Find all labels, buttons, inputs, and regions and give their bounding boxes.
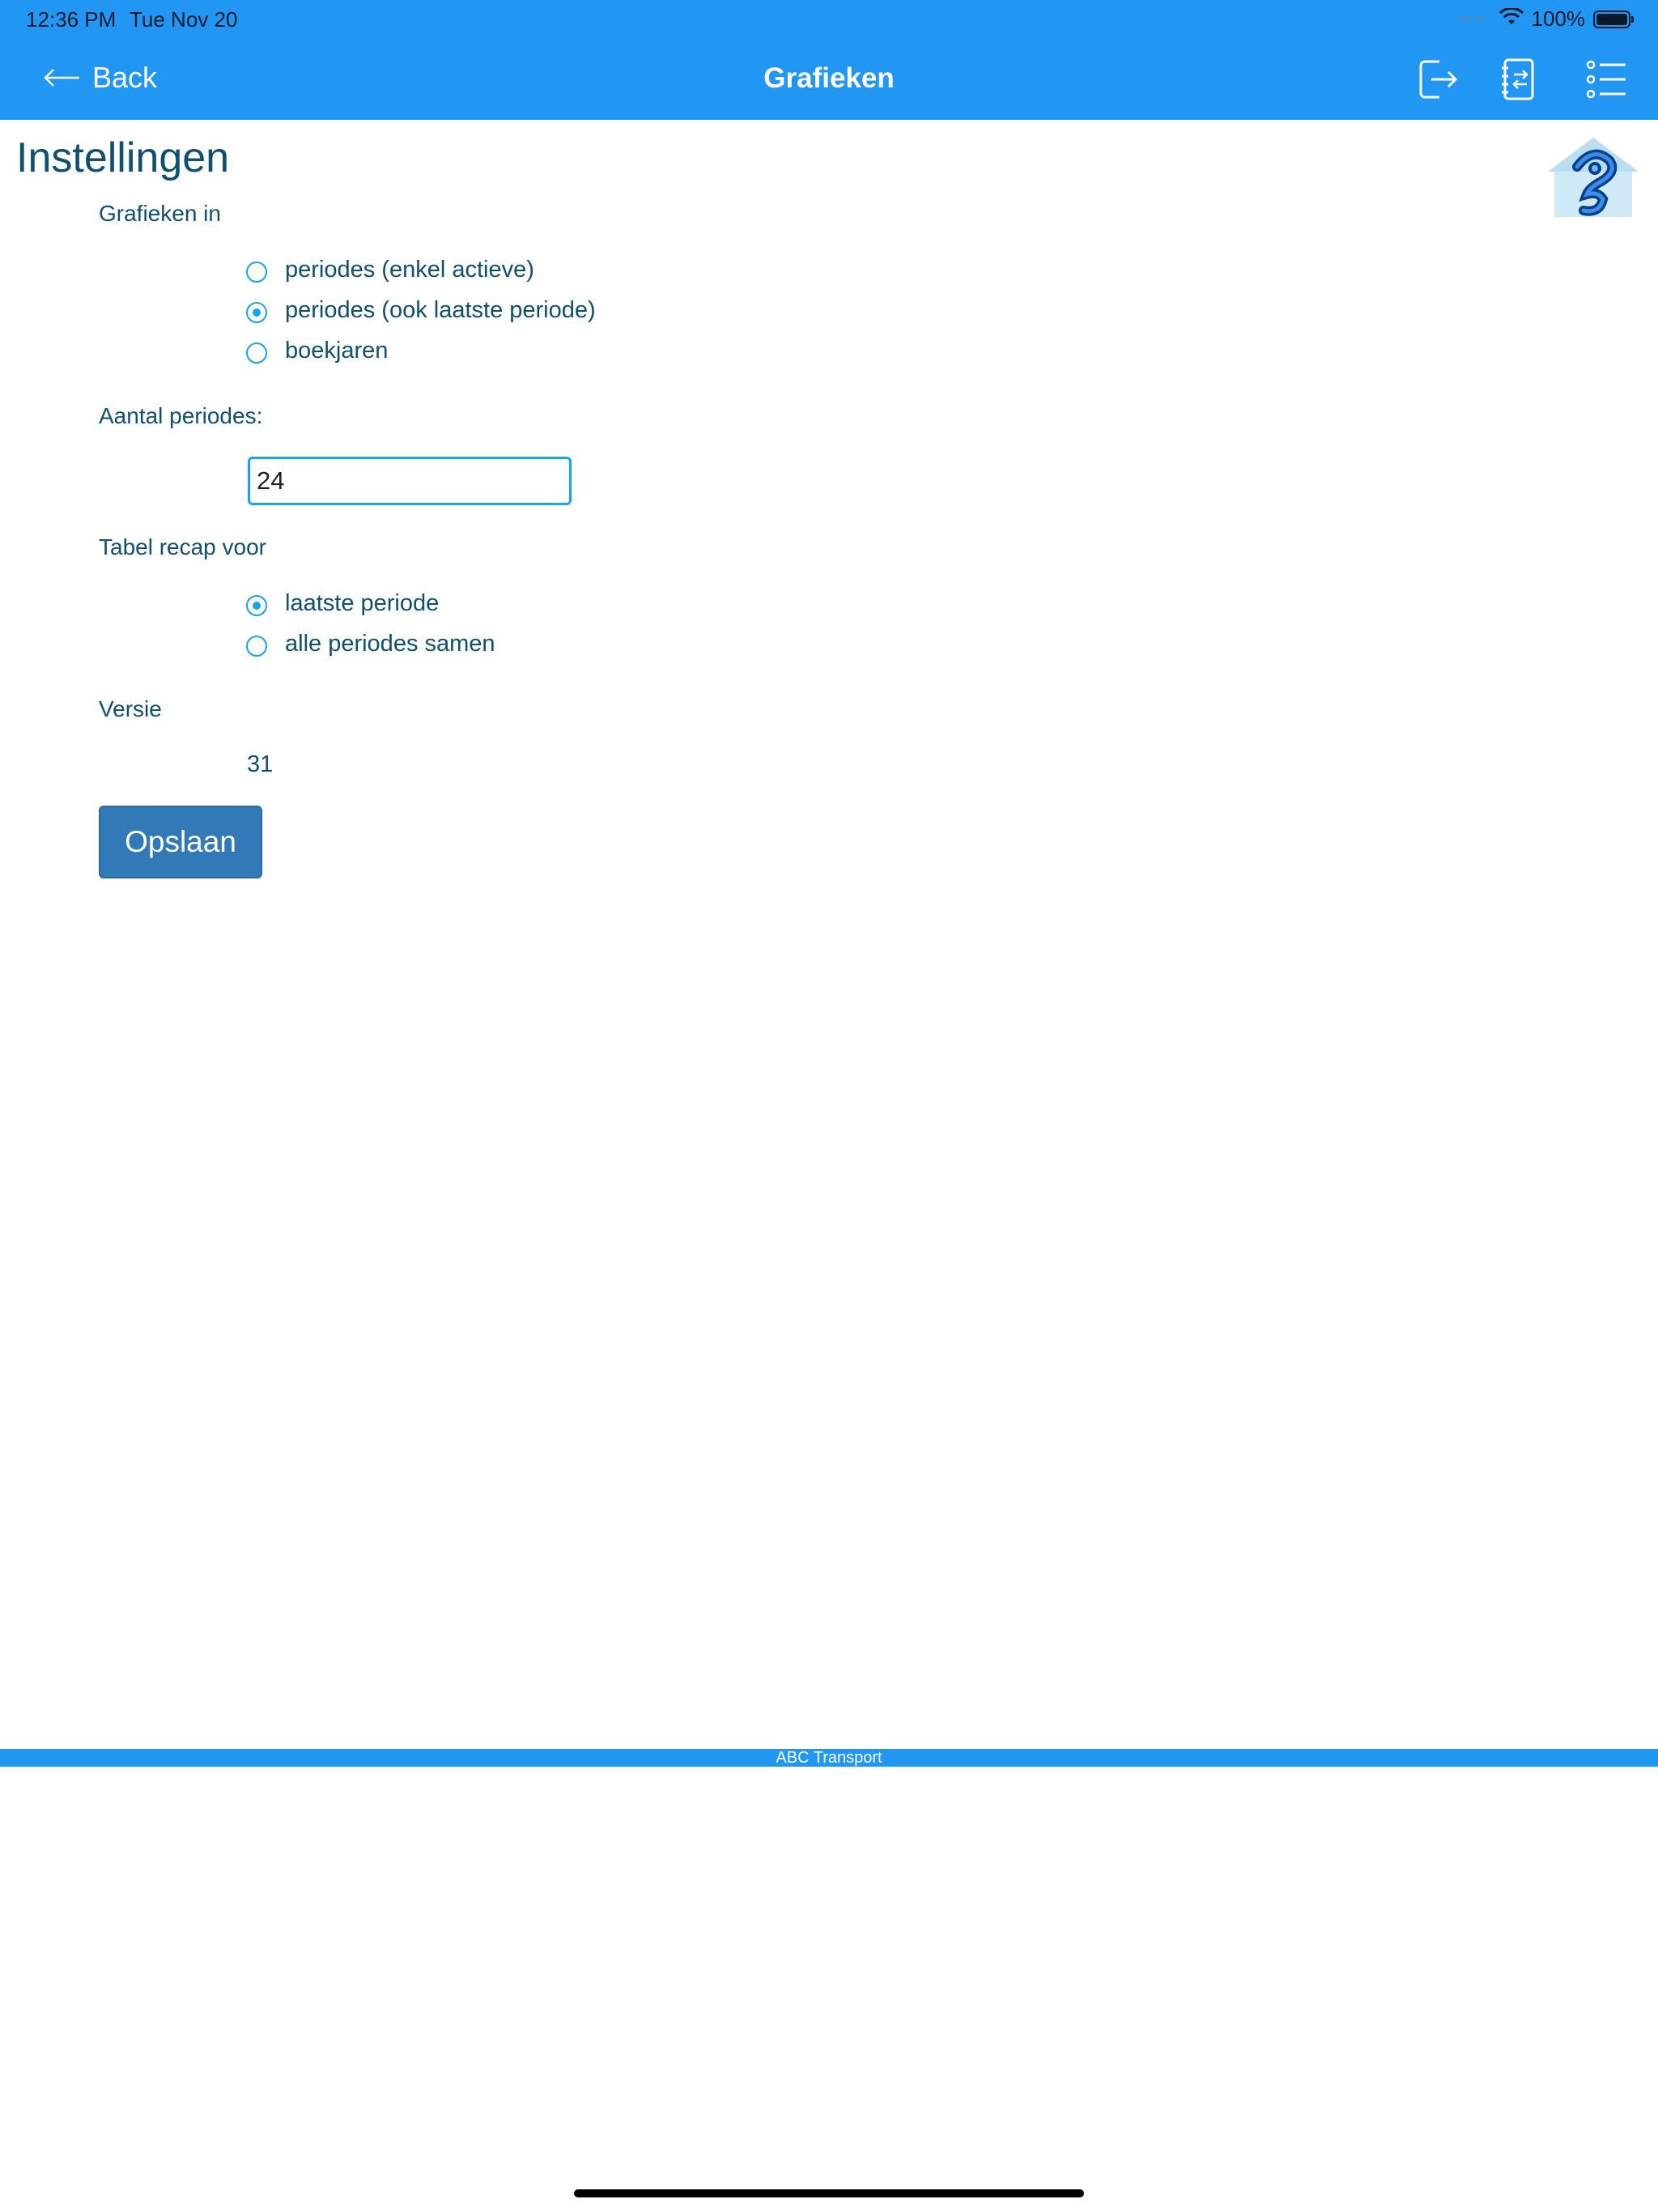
status-date: Tue Nov 20 [130,7,238,32]
footer-company-bar: ABC Transport [0,1749,1658,1767]
aantal-periodes-label: Aantal periodes: [99,403,263,428]
versie-value: 31 [247,751,274,777]
logout-icon [1415,60,1460,105]
battery-percentage: 100% [1531,6,1586,31]
list-menu-button[interactable] [1584,57,1629,102]
list-menu-icon [1584,60,1629,105]
cellular-signal-icon: •••• [1459,11,1486,27]
wifi-icon [1499,6,1524,32]
radio-label: periodes (enkel actieve) [285,257,534,283]
radio-label: alle periodes samen [285,631,495,657]
radio-label: periodes (ook laatste periode) [285,297,596,323]
radio-button[interactable] [246,342,267,364]
page-title: Instellingen [16,134,230,181]
status-time: 12:36 PM [26,7,117,32]
save-button[interactable]: Opslaan [99,806,262,878]
radio-button-selected[interactable] [246,594,267,616]
home-indicator[interactable] [574,2189,1084,2197]
status-bar: 12:36 PM Tue Nov 20 •••• 100% [0,0,1658,39]
nav-title: Grafieken [763,62,895,94]
radio-button-selected[interactable] [246,301,267,323]
radio-option-laatste-periode[interactable]: laatste periode [246,590,439,617]
radio-option-periodes-enkel-actieve[interactable]: periodes (enkel actieve) [246,257,534,283]
battery-icon [1593,10,1634,28]
status-indicators: •••• 100% [1459,6,1634,32]
grafieken-in-label: Grafieken in [99,201,221,226]
radio-button[interactable] [246,261,267,283]
tabel-recap-label: Tabel recap voor [99,534,267,559]
logout-button[interactable] [1415,57,1460,102]
app-logo [1545,134,1642,220]
swap-ledger-icon [1496,58,1541,105]
radio-option-alle-periodes-samen[interactable]: alle periodes samen [246,631,495,657]
aantal-periodes-input[interactable] [248,457,572,505]
radio-button[interactable] [246,635,267,657]
radio-option-boekjaren[interactable]: boekjaren [246,338,388,364]
navigation-bar: Back Grafieken [0,39,1658,120]
radio-label: laatste periode [285,590,440,616]
switch-ledger-button[interactable] [1496,57,1541,102]
radio-label: boekjaren [285,338,389,364]
versie-label: Versie [99,696,162,721]
radio-option-periodes-ook-laatste-periode[interactable]: periodes (ook laatste periode) [246,297,596,324]
